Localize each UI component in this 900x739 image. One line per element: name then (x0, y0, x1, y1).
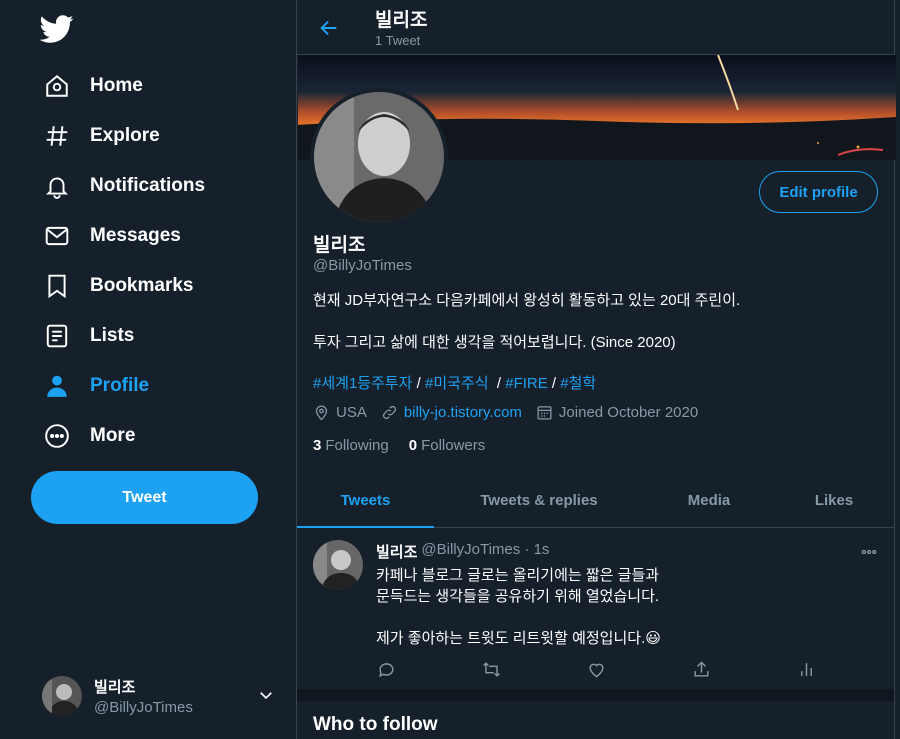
profile-name: 빌리조 (313, 235, 366, 256)
sidebar-item-notifications[interactable]: Notifications (32, 162, 217, 210)
sidebar: Home Explore Notifications Messages Book… (0, 0, 296, 739)
hashtag-link[interactable]: #미국주식 (425, 375, 489, 392)
sidebar-item-label: Home (90, 75, 143, 96)
join-date-text: Joined October 2020 (558, 404, 699, 421)
location-pin-icon (315, 405, 328, 421)
sidebar-item-lists[interactable]: Lists (32, 312, 146, 360)
section-divider (297, 689, 894, 701)
sidebar-item-profile[interactable]: Profile (32, 362, 161, 410)
tweet-header: 빌리조 @BillyJoTimes · 1s (376, 541, 549, 562)
page-title: 빌리조 (375, 10, 428, 31)
link-icon (382, 405, 396, 420)
tab-media[interactable]: Media (644, 474, 774, 527)
hashtag-link[interactable]: #세계1등주투자 (313, 375, 413, 392)
account-name: 빌리조 (94, 679, 136, 696)
bell-icon (44, 173, 70, 199)
sidebar-item-label: Profile (90, 375, 150, 396)
sidebar-item-more[interactable]: More (32, 412, 147, 460)
sidebar-item-home[interactable]: Home (32, 62, 155, 110)
back-arrow-icon[interactable] (315, 14, 343, 42)
hashtag-link[interactable]: #FIRE (505, 375, 548, 392)
reply-icon[interactable] (376, 659, 396, 679)
followers-count: 0 (408, 437, 418, 454)
account-switcher[interactable]: 빌리조 @BillyJoTimes (30, 668, 285, 724)
following-count: 3 (313, 437, 322, 454)
sidebar-item-messages[interactable]: Messages (32, 212, 193, 260)
tweet-button[interactable]: Tweet (31, 471, 258, 524)
more-circle-icon (44, 423, 70, 449)
sidebar-item-bookmarks[interactable]: Bookmarks (32, 262, 206, 310)
location-text: USA (336, 404, 367, 421)
following-label: Following (325, 437, 389, 454)
profile-meta: USA billy-jo.tistory.com Joined October … (313, 404, 712, 421)
sidebar-item-label: Lists (90, 325, 135, 346)
sidebar-item-label: Messages (90, 225, 181, 246)
separator: / (488, 375, 506, 392)
profile-hashtags: #세계1등주투자 / #미국주식 / #FIRE / #철학 (313, 372, 596, 393)
twitter-logo-icon[interactable] (39, 12, 74, 46)
more-horizontal-icon[interactable] (860, 543, 878, 566)
tweet-line: 카페나 블로그 글로는 올리기에는 짧은 글들과 (376, 567, 660, 584)
avatar (42, 676, 82, 716)
hashtag-icon (44, 123, 70, 149)
who-to-follow-heading: Who to follow (313, 714, 438, 735)
person-icon (44, 373, 70, 399)
chevron-down-icon (257, 686, 275, 709)
tweet-author-name[interactable]: 빌리조 (376, 541, 417, 562)
share-icon[interactable] (691, 659, 711, 679)
sidebar-item-label: Explore (90, 125, 160, 146)
sidebar-item-label: Bookmarks (90, 275, 194, 296)
join-date: Joined October 2020 (536, 404, 698, 421)
envelope-icon (44, 223, 70, 249)
followers-link[interactable]: 0 Followers (409, 437, 486, 454)
tweet-text: 카페나 블로그 글로는 올리기에는 짧은 글들과 문득드는 생각들을 공유하기 … (376, 565, 661, 649)
retweet-icon[interactable] (481, 659, 501, 679)
follow-stats: 3 Following 0 Followers (313, 437, 505, 454)
tweet-author-handle: @BillyJoTimes · 1s (421, 541, 550, 558)
profile-bio-line: 현재 JD부자연구소 다음카페에서 왕성히 활동하고 있는 20대 주린이. (313, 292, 741, 309)
sidebar-item-label: Notifications (90, 175, 206, 196)
sidebar-item-explore[interactable]: Explore (32, 112, 172, 160)
avatar[interactable] (313, 540, 363, 590)
location: USA (313, 404, 367, 421)
hashtag-link[interactable]: #철학 (560, 375, 596, 392)
smile-emoji-icon: 😃 (645, 630, 661, 647)
profile-bio-line: 투자 그리고 삶에 대한 생각을 적어보렵니다. (Since 2020) (313, 334, 676, 351)
tweet-line: 문득드는 생각들을 공유하기 위해 열었습니다. (376, 588, 660, 605)
tab-tweets[interactable]: Tweets (297, 474, 434, 528)
tab-tweets-replies[interactable]: Tweets & replies (434, 474, 644, 527)
profile-header: 빌리조 1 Tweet (297, 0, 894, 55)
main-column: 빌리조 1 Tweet Edit profile 빌리조 @BillyJoTim… (296, 0, 896, 739)
tab-likes[interactable]: Likes (774, 474, 894, 527)
analytics-icon[interactable] (796, 659, 816, 679)
separator: / (412, 375, 426, 392)
tweet-item[interactable]: 빌리조 @BillyJoTimes · 1s 카페나 블로그 글로는 올리기에는… (297, 529, 894, 689)
followers-label: Followers (421, 437, 486, 454)
separator: / (547, 375, 561, 392)
bookmark-icon (44, 273, 70, 299)
tweet-actions (376, 659, 816, 679)
profile-avatar[interactable] (310, 88, 448, 226)
account-handle: @BillyJoTimes (94, 699, 193, 716)
tweet-count: 1 Tweet (375, 33, 421, 48)
heart-icon[interactable] (586, 659, 606, 679)
website: billy-jo.tistory.com (381, 404, 522, 421)
calendar-icon (537, 406, 552, 420)
website-link[interactable]: billy-jo.tistory.com (404, 404, 522, 421)
sidebar-item-label: More (90, 425, 136, 446)
list-icon (44, 323, 70, 349)
profile-handle: @BillyJoTimes (313, 257, 412, 274)
following-link[interactable]: 3 Following (313, 437, 389, 454)
edit-profile-button[interactable]: Edit profile (759, 171, 878, 213)
home-icon (44, 73, 70, 99)
tweet-line: 제가 좋아하는 트윗도 리트윗할 예정입니다. (376, 630, 646, 647)
profile-tabs: Tweets Tweets & replies Media Likes (297, 474, 894, 528)
